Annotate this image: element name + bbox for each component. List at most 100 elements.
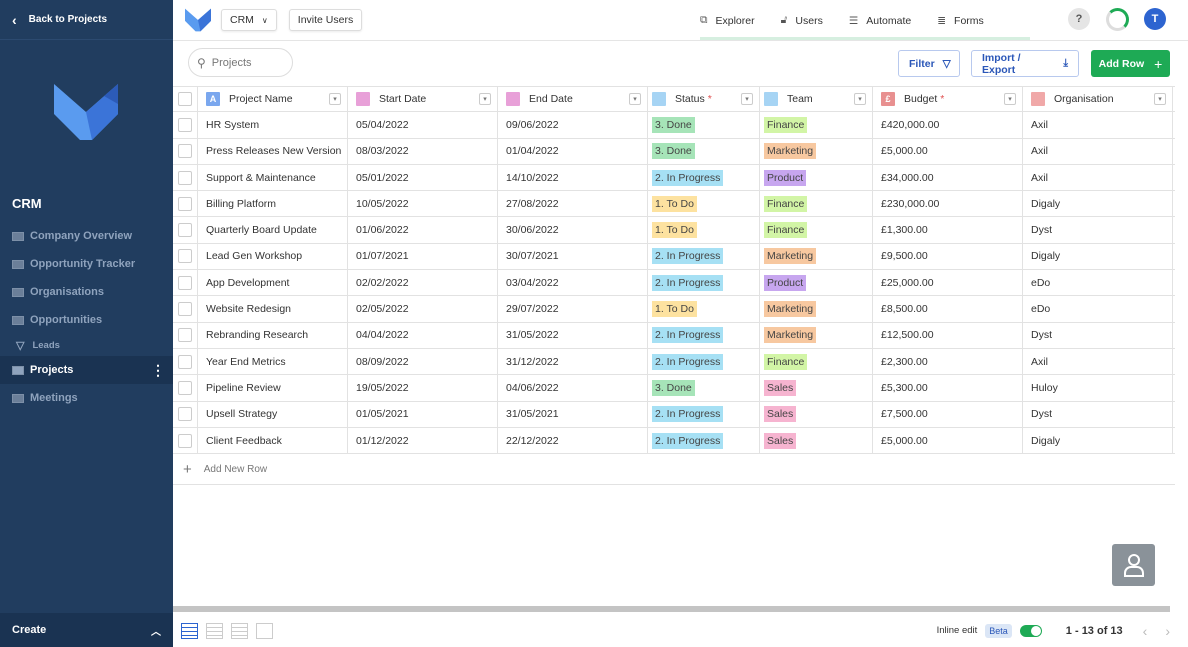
table-cell[interactable]: 1. To Do xyxy=(648,217,760,243)
sidebar-item-company-overview[interactable]: Company Overview xyxy=(0,222,173,250)
table-cell[interactable]: 05/01/2022 xyxy=(348,164,498,191)
row-checkbox[interactable] xyxy=(178,328,192,343)
table-cell[interactable]: eDo xyxy=(1023,296,1173,322)
sidebar-item-organisations[interactable]: Organisations xyxy=(0,278,173,306)
table-row[interactable]: Year End Metrics 08/09/2022 31/12/2022 2. I… xyxy=(173,348,1175,376)
row-checkbox[interactable] xyxy=(178,302,192,317)
table-cell[interactable]: 31/05/2022 xyxy=(498,322,648,348)
select-all-checkbox[interactable] xyxy=(178,92,192,107)
table-cell[interactable]: Axil xyxy=(1023,348,1173,375)
table-cell[interactable]: Lead Gen Workshop xyxy=(198,243,348,270)
table-cell[interactable]: 01/07/2021 xyxy=(348,243,498,270)
table-cell[interactable]: 2. In Progress xyxy=(648,322,760,348)
table-cell[interactable]: 2. In Progress xyxy=(648,427,760,454)
row-checkbox[interactable] xyxy=(178,117,192,132)
column-header[interactable]: End Date ▾ xyxy=(498,87,648,112)
table-cell[interactable]: Quarterly Board Update xyxy=(198,217,348,243)
table-cell[interactable]: 3. Done xyxy=(648,112,760,138)
table-cell[interactable]: Marketing xyxy=(760,322,873,348)
table-row[interactable]: Rebranding Research 04/04/2022 31/05/2022 2… xyxy=(173,322,1175,349)
table-cell[interactable]: 03/04/2022 xyxy=(498,270,648,296)
column-header[interactable]: Start Date ▾ xyxy=(348,87,498,112)
table-cell[interactable]: Pipeline Review xyxy=(198,375,348,401)
back-to-projects-link[interactable]: ‹ Back to Projects xyxy=(0,0,173,40)
table-cell[interactable]: App Development xyxy=(198,270,348,296)
column-header[interactable]: Team ▾ xyxy=(760,87,873,112)
table-row[interactable]: HR System 05/04/2022 09/06/2022 3. Done Fina… xyxy=(173,112,1175,139)
table-cell[interactable]: 3. Done xyxy=(648,375,760,401)
table-cell[interactable]: Website Redesign xyxy=(198,296,348,322)
table-row[interactable]: Support & Maintenance 05/01/2022 14/10/202… xyxy=(173,164,1175,192)
table-cell[interactable]: Digaly xyxy=(1023,191,1173,217)
table-cell[interactable]: Huloy xyxy=(1023,375,1173,401)
table-cell[interactable]: Axil xyxy=(1023,138,1173,164)
table-row[interactable]: Website Redesign 02/05/2022 29/07/2022 1. T… xyxy=(173,296,1175,323)
table-cell[interactable]: Billing Platform xyxy=(198,191,348,217)
table-cell[interactable]: Sales xyxy=(760,375,873,401)
help-button[interactable]: ? xyxy=(1068,8,1090,30)
compact-view-icon[interactable] xyxy=(231,622,248,639)
table-cell[interactable]: 30/07/2021 xyxy=(498,243,648,270)
column-header[interactable]: Organisation ▾ xyxy=(1023,87,1173,112)
chevron-down-icon[interactable]: ▾ xyxy=(1154,93,1166,106)
table-cell[interactable]: 10/05/2022 xyxy=(348,191,498,217)
table-cell[interactable]: 2. In Progress xyxy=(648,348,760,375)
horizontal-scrollbar[interactable] xyxy=(173,606,1170,612)
table-cell[interactable]: eDo xyxy=(1023,270,1173,296)
table-cell[interactable]: 04/04/2022 xyxy=(348,322,498,348)
progress-ring-icon[interactable] xyxy=(1106,8,1129,31)
import-export-button[interactable]: Import / Export ⤓ xyxy=(971,50,1079,77)
table-cell[interactable]: £5,000.00 xyxy=(873,427,1023,454)
chevron-down-icon[interactable]: ▾ xyxy=(329,93,341,106)
table-cell[interactable]: 02/05/2022 xyxy=(348,296,498,322)
table-cell[interactable]: 2. In Progress xyxy=(648,270,760,296)
table-cell[interactable]: £420,000.00 xyxy=(873,112,1023,138)
table-cell[interactable]: Product xyxy=(760,270,873,296)
chevron-down-icon[interactable]: ▾ xyxy=(854,93,866,106)
table-row[interactable]: Lead Gen Workshop 01/07/2021 30/07/2021 2. … xyxy=(173,243,1175,271)
table-row[interactable]: Pipeline Review 19/05/2022 04/06/2022 3. Do… xyxy=(173,375,1175,402)
table-cell[interactable]: Dyst xyxy=(1023,401,1173,427)
chevron-down-icon[interactable]: ▾ xyxy=(741,93,753,106)
column-header[interactable]: A Project Name ▾ xyxy=(198,87,348,112)
table-cell[interactable]: 02/02/2022 xyxy=(348,270,498,296)
chevron-down-icon[interactable]: ▾ xyxy=(479,93,491,106)
table-cell[interactable]: £5,300.00 xyxy=(873,375,1023,401)
table-cell[interactable]: 2. In Progress xyxy=(648,164,760,191)
table-cell[interactable]: Marketing xyxy=(760,138,873,164)
row-checkbox[interactable] xyxy=(178,196,192,211)
tab-automate[interactable]: ☰ Automate xyxy=(849,15,911,27)
sidebar-item-opportunities[interactable]: Opportunities xyxy=(0,306,173,334)
table-cell[interactable]: 1. To Do xyxy=(648,191,760,217)
sidebar-item-meetings[interactable]: Meetings xyxy=(0,384,173,412)
table-cell[interactable]: 29/07/2022 xyxy=(498,296,648,322)
table-cell[interactable]: 2. In Progress xyxy=(648,401,760,427)
table-cell[interactable]: Sales xyxy=(760,401,873,427)
table-row[interactable]: Quarterly Board Update 01/06/2022 30/06/20… xyxy=(173,217,1175,244)
gallery-view-icon[interactable] xyxy=(256,622,273,639)
table-cell[interactable]: Client Feedback xyxy=(198,427,348,454)
create-button[interactable]: Create ︿ xyxy=(0,613,173,647)
table-cell[interactable]: 1. To Do xyxy=(648,296,760,322)
table-cell[interactable]: 27/08/2022 xyxy=(498,191,648,217)
table-row[interactable]: Billing Platform 10/05/2022 27/08/2022 1. T… xyxy=(173,191,1175,218)
table-cell[interactable]: Axil xyxy=(1023,164,1173,191)
table-cell[interactable]: Digaly xyxy=(1023,243,1173,270)
more-options-icon[interactable]: ⋮ xyxy=(151,362,165,379)
table-row[interactable]: Upsell Strategy 01/05/2021 31/05/2021 2. In… xyxy=(173,401,1175,428)
table-cell[interactable]: 04/06/2022 xyxy=(498,375,648,401)
avatar[interactable]: T xyxy=(1144,8,1166,30)
chevron-down-icon[interactable]: ▾ xyxy=(1004,93,1016,106)
table-row[interactable]: App Development 02/02/2022 03/04/2022 2. In… xyxy=(173,270,1175,297)
list-view-icon[interactable] xyxy=(206,622,223,639)
filter-button[interactable]: Filter ▽ xyxy=(898,50,960,77)
table-cell[interactable]: £1,300.00 xyxy=(873,217,1023,243)
row-checkbox[interactable] xyxy=(178,275,192,290)
sidebar-item-leads[interactable]: ▽ Leads xyxy=(0,334,173,356)
table-cell[interactable]: Marketing xyxy=(760,243,873,270)
row-checkbox[interactable] xyxy=(178,433,192,448)
table-cell[interactable]: £230,000.00 xyxy=(873,191,1023,217)
table-cell[interactable]: 01/06/2022 xyxy=(348,217,498,243)
table-cell[interactable]: Product xyxy=(760,164,873,191)
table-cell[interactable]: 30/06/2022 xyxy=(498,217,648,243)
